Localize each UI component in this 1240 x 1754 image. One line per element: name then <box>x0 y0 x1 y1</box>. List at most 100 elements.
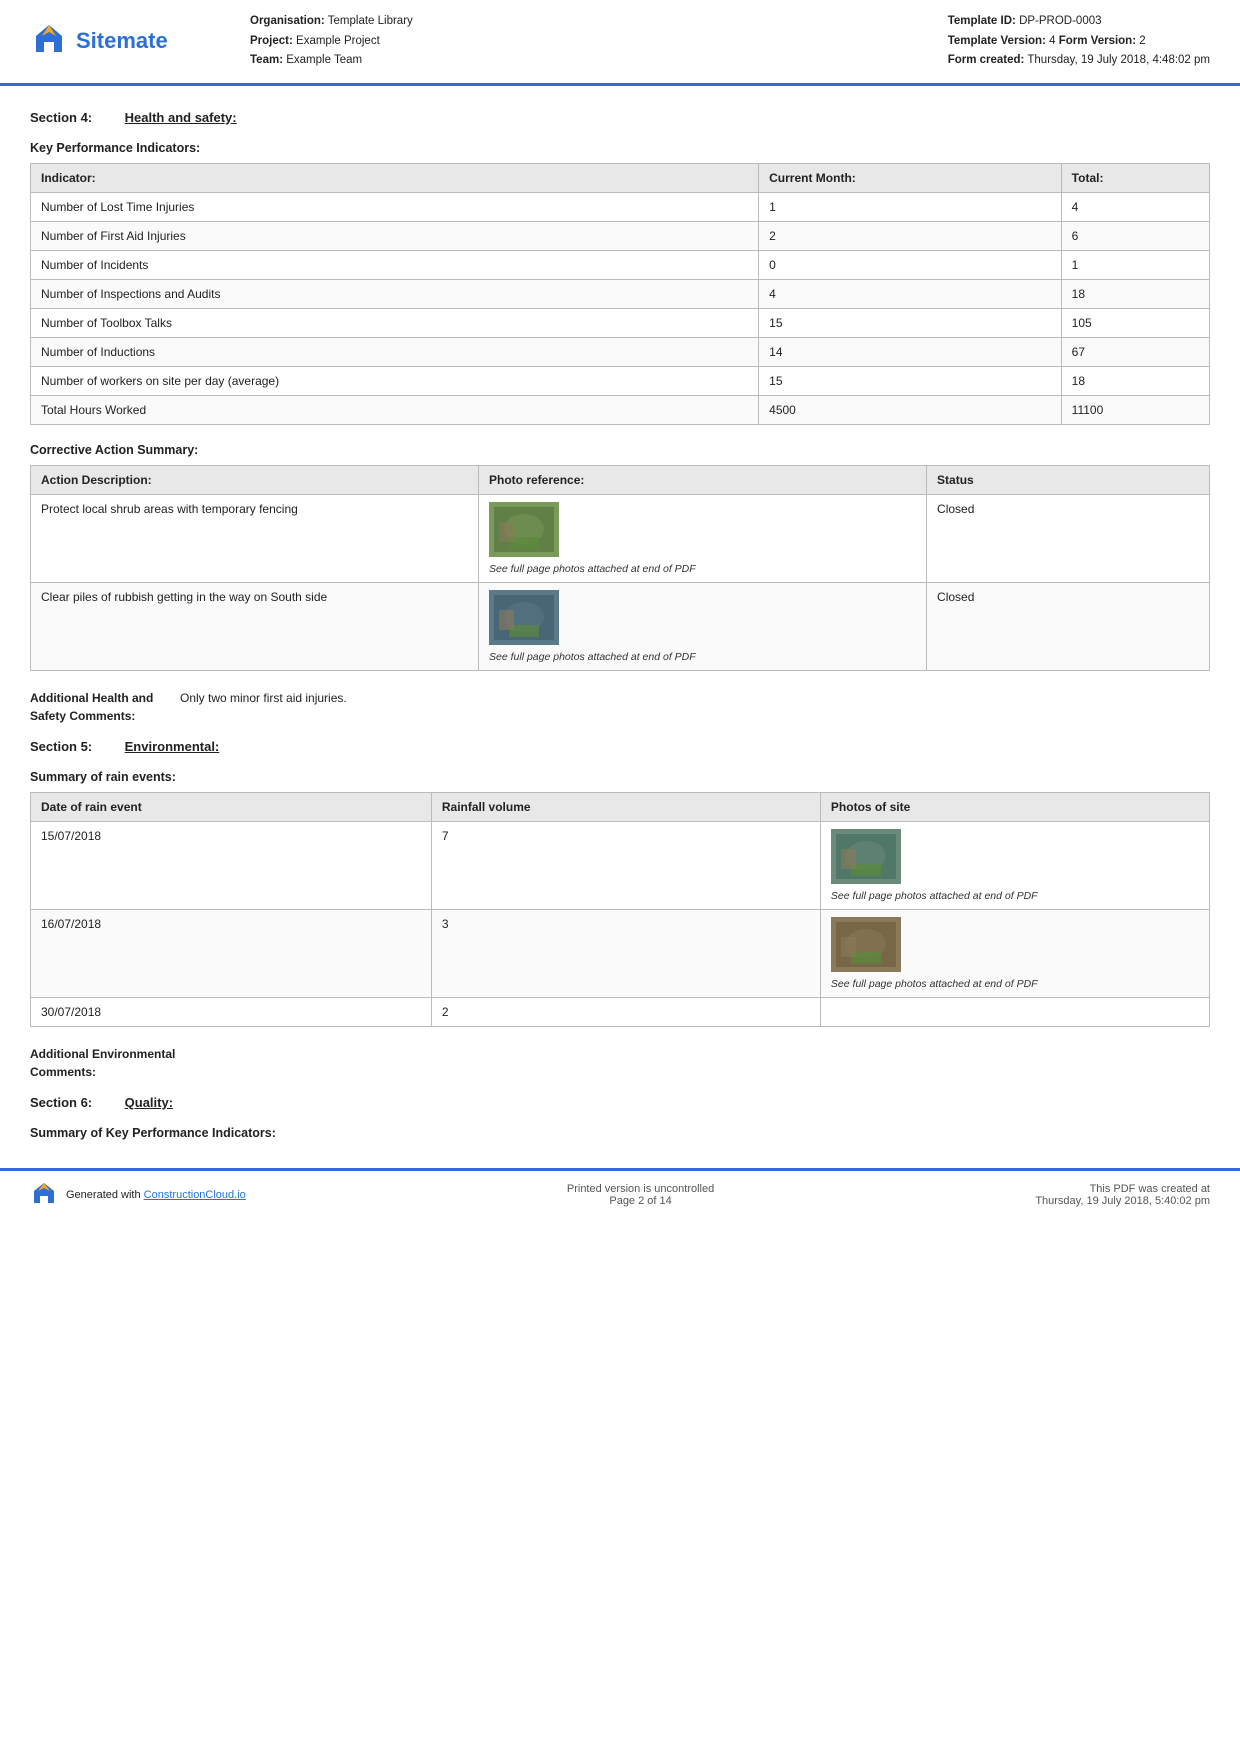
table-row: Number of workers on site per day (avera… <box>31 366 1210 395</box>
team-label: Team: <box>250 54 283 66</box>
section4-heading: Section 4: Health and safety: <box>30 110 1210 125</box>
section4-title: Health and safety: <box>125 110 237 125</box>
table-cell: Number of Inspections and Audits <box>31 279 759 308</box>
page-header: Sitemate Organisation: Template Library … <box>0 0 1240 86</box>
additional-hs-label: Additional Health and Safety Comments: <box>30 689 180 725</box>
table-cell: 1 <box>759 192 1062 221</box>
rain-col-photos: Photos of site <box>820 792 1209 821</box>
additional-hs-value: Only two minor first aid injuries. <box>180 689 347 725</box>
rain-volume: 7 <box>431 821 820 909</box>
rain-photos: See full page photos attached at end of … <box>820 909 1209 997</box>
corrective-col-photo: Photo reference: <box>479 465 927 494</box>
rain-volume: 2 <box>431 997 820 1026</box>
page-footer: Generated with ConstructionCloud.io Prin… <box>0 1168 1240 1219</box>
table-row: Number of Incidents01 <box>31 250 1210 279</box>
rain-volume: 3 <box>431 909 820 997</box>
table-cell: 15 <box>759 366 1062 395</box>
table-cell: Number of Incidents <box>31 250 759 279</box>
section5-heading: Section 5: Environmental: <box>30 739 1210 754</box>
photo-caption: See full page photos attached at end of … <box>489 563 916 575</box>
template-version-value: 4 <box>1049 35 1055 47</box>
form-version-label: Form Version: <box>1059 35 1136 47</box>
project-label: Project: <box>250 35 293 47</box>
rain-photos: See full page photos attached at end of … <box>820 821 1209 909</box>
org-label: Organisation: <box>250 15 325 27</box>
additional-env-block: Additional Environmental Comments: <box>30 1045 1210 1081</box>
section5-title: Environmental: <box>125 739 220 754</box>
template-id-value: DP-PROD-0003 <box>1019 15 1101 27</box>
rain-col-volume: Rainfall volume <box>431 792 820 821</box>
table-cell: 11100 <box>1061 395 1209 424</box>
corrective-description: Protect local shrub areas with temporary… <box>31 494 479 582</box>
rain-photos <box>820 997 1209 1026</box>
section6-heading: Section 6: Quality: <box>30 1095 1210 1110</box>
table-cell: 2 <box>759 221 1062 250</box>
table-row: Number of First Aid Injuries26 <box>31 221 1210 250</box>
project-value: Example Project <box>296 35 380 47</box>
footer-right: This PDF was created at Thursday, 19 Jul… <box>1035 1183 1210 1207</box>
kpi-heading: Key Performance Indicators: <box>30 141 1210 155</box>
corrective-photo: See full page photos attached at end of … <box>479 494 927 582</box>
table-cell: 4500 <box>759 395 1062 424</box>
main-content: Section 4: Health and safety: Key Perfor… <box>0 86 1240 1168</box>
photo-caption: See full page photos attached at end of … <box>489 651 916 663</box>
rain-date: 15/07/2018 <box>31 821 432 909</box>
table-cell: Number of Lost Time Injuries <box>31 192 759 221</box>
footer-center: Printed version is uncontrolled Page 2 o… <box>567 1183 714 1207</box>
form-version-value: 2 <box>1139 35 1145 47</box>
section6-title: Quality: <box>125 1095 173 1110</box>
rain-date: 30/07/2018 <box>31 997 432 1026</box>
logo-text: Sitemate <box>76 28 168 54</box>
footer-page: Page 2 of 14 <box>567 1195 714 1207</box>
table-cell: 4 <box>759 279 1062 308</box>
footer-link[interactable]: ConstructionCloud.io <box>144 1189 246 1201</box>
sitemate-logo-icon <box>30 22 68 60</box>
section6-number: Section 6: <box>30 1095 92 1110</box>
table-cell: 14 <box>759 337 1062 366</box>
corrective-photo: See full page photos attached at end of … <box>479 582 927 670</box>
header-meta-right: Template ID: DP-PROD-0003 Template Versi… <box>948 12 1210 71</box>
table-cell: Total Hours Worked <box>31 395 759 424</box>
footer-left: Generated with ConstructionCloud.io <box>30 1181 246 1209</box>
template-version-label: Template Version: <box>948 35 1046 47</box>
table-cell: Number of First Aid Injuries <box>31 221 759 250</box>
logo-area: Sitemate <box>30 22 250 60</box>
team-value: Example Team <box>286 54 362 66</box>
table-row: 30/07/20182 <box>31 997 1210 1026</box>
rain-date: 16/07/2018 <box>31 909 432 997</box>
kpi-col-indicator: Indicator: <box>31 163 759 192</box>
kpi-table: Indicator: Current Month: Total: Number … <box>30 163 1210 425</box>
table-cell: 4 <box>1061 192 1209 221</box>
form-created-label: Form created: <box>948 54 1025 66</box>
section5-number: Section 5: <box>30 739 92 754</box>
footer-uncontrolled: Printed version is uncontrolled <box>567 1183 714 1195</box>
kpi-col-total: Total: <box>1061 163 1209 192</box>
table-row: Number of Toolbox Talks15105 <box>31 308 1210 337</box>
corrective-status: Closed <box>927 494 1210 582</box>
table-cell: 18 <box>1061 366 1209 395</box>
table-row: Protect local shrub areas with temporary… <box>31 494 1210 582</box>
table-cell: 15 <box>759 308 1062 337</box>
section6-kpi-heading: Summary of Key Performance Indicators: <box>30 1126 1210 1140</box>
table-cell: 67 <box>1061 337 1209 366</box>
template-id-label: Template ID: <box>948 15 1016 27</box>
table-row: Number of Lost Time Injuries14 <box>31 192 1210 221</box>
table-cell: 6 <box>1061 221 1209 250</box>
corrective-col-status: Status <box>927 465 1210 494</box>
table-cell: 18 <box>1061 279 1209 308</box>
org-value: Template Library <box>328 15 413 27</box>
corrective-status: Closed <box>927 582 1210 670</box>
footer-created-text: This PDF was created at <box>1035 1183 1210 1195</box>
table-row: Clear piles of rubbish getting in the wa… <box>31 582 1210 670</box>
photo-caption: See full page photos attached at end of … <box>831 890 1199 902</box>
corrective-table: Action Description: Photo reference: Sta… <box>30 465 1210 671</box>
corrective-description: Clear piles of rubbish getting in the wa… <box>31 582 479 670</box>
table-row: 15/07/20187 See full page photos attache… <box>31 821 1210 909</box>
table-cell: Number of workers on site per day (avera… <box>31 366 759 395</box>
table-cell: 1 <box>1061 250 1209 279</box>
section4-number: Section 4: <box>30 110 92 125</box>
kpi-col-current-month: Current Month: <box>759 163 1062 192</box>
table-row: Total Hours Worked450011100 <box>31 395 1210 424</box>
rain-table: Date of rain event Rainfall volume Photo… <box>30 792 1210 1027</box>
header-meta-center: Organisation: Template Library Project: … <box>250 12 948 71</box>
